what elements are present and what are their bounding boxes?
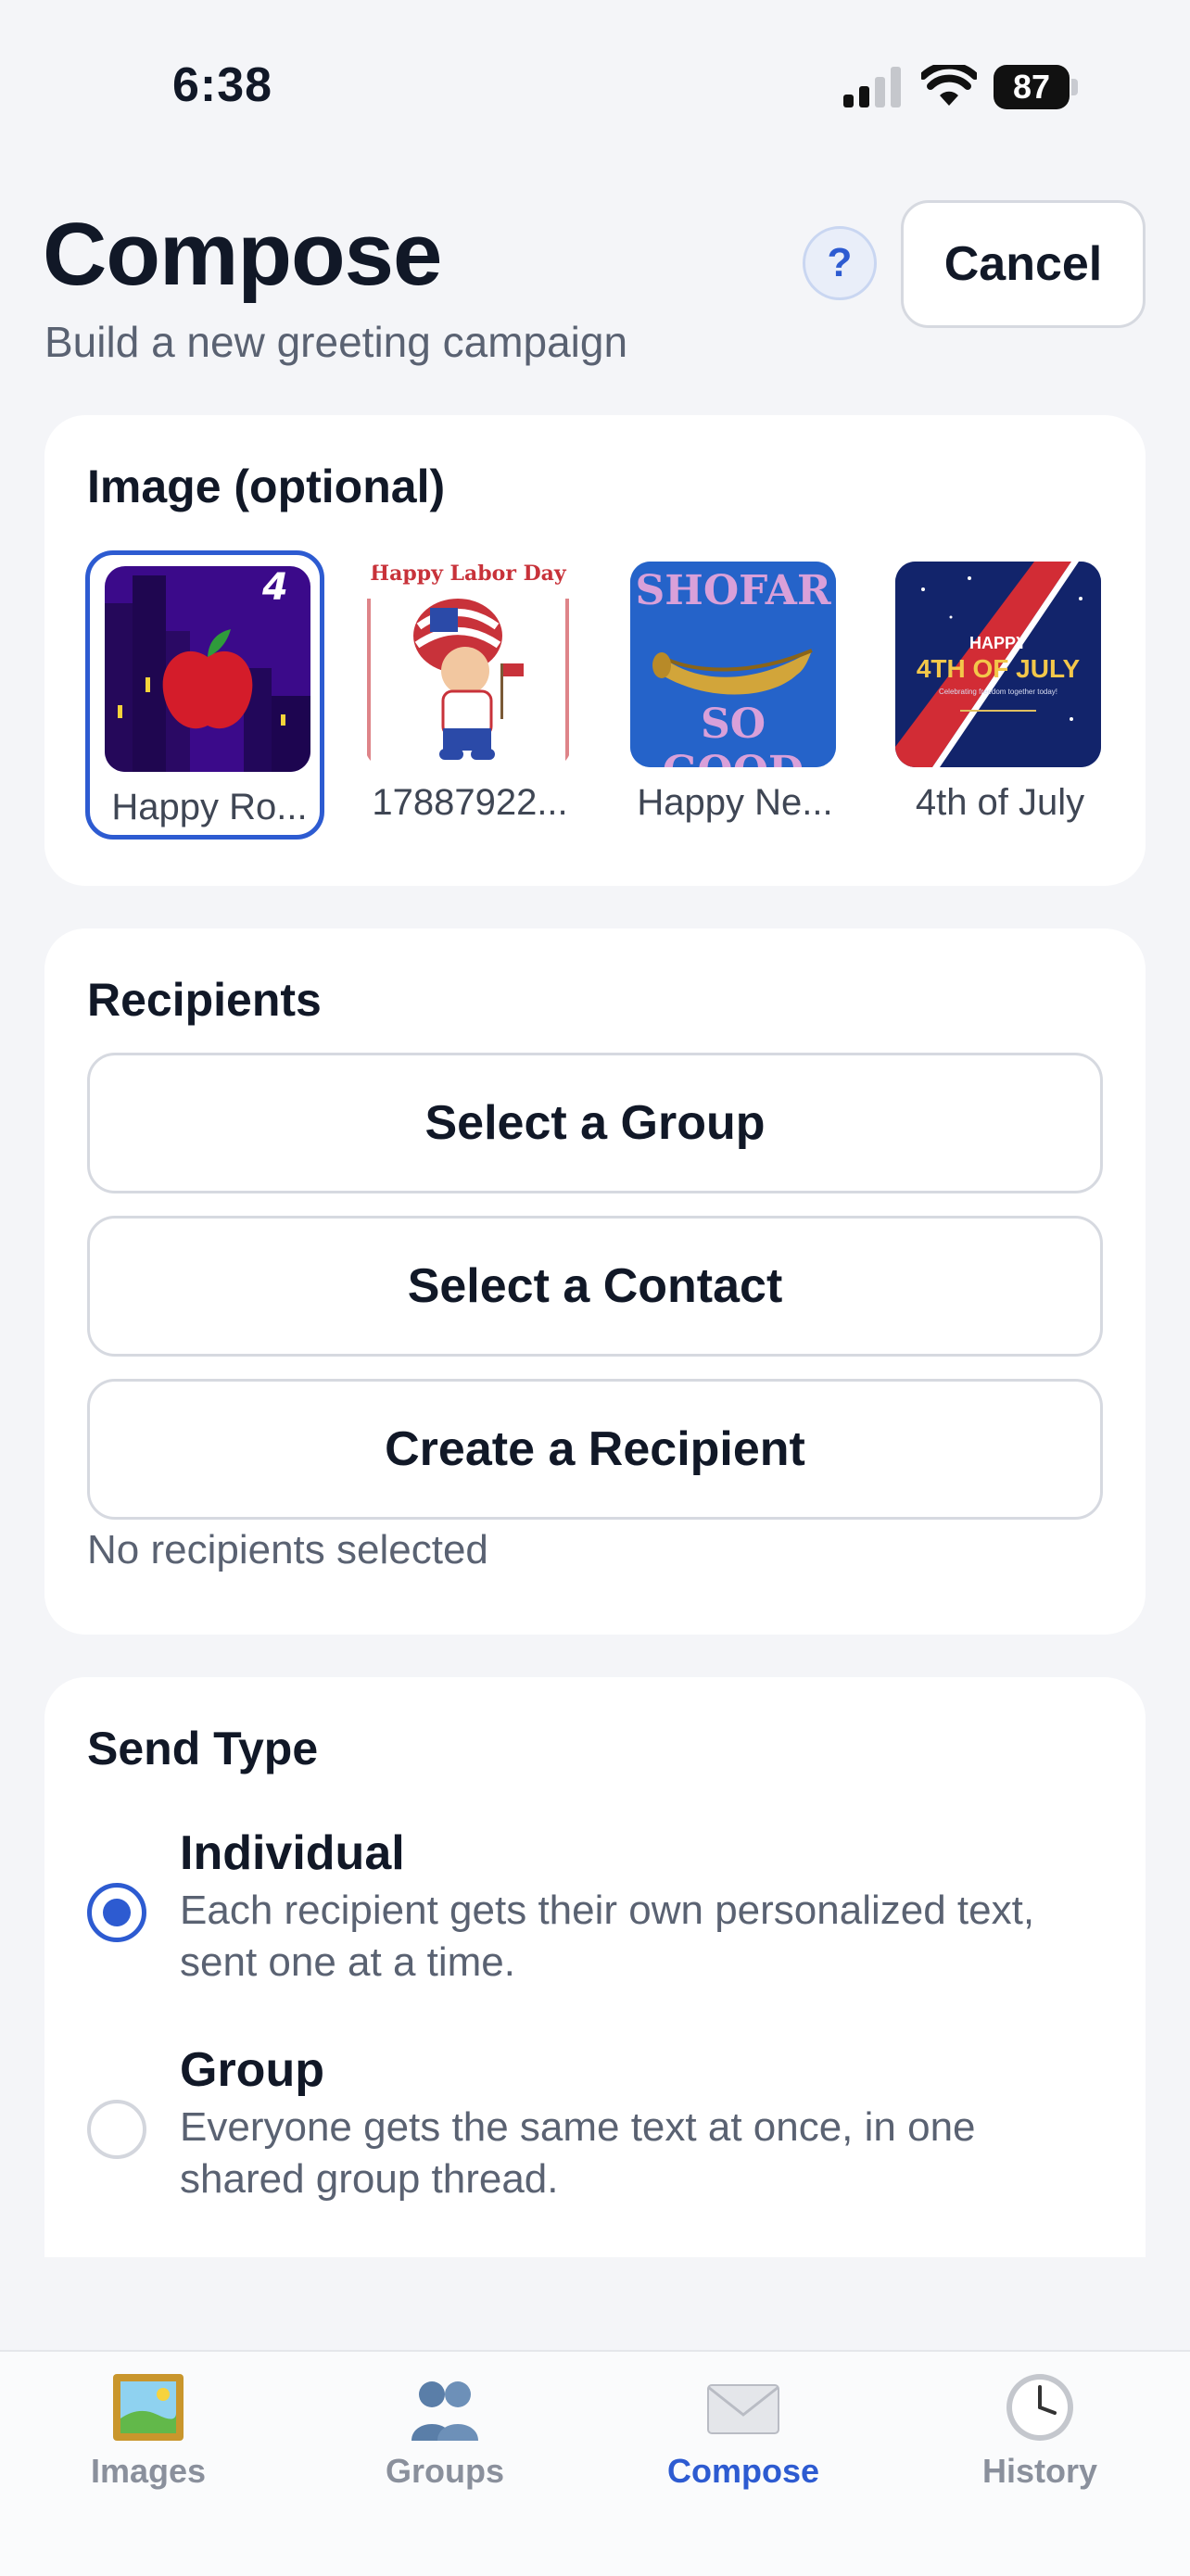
image-thumb-4[interactable]: HAPPY 4TH OF JULY Celebrating freedom to… xyxy=(880,550,1120,840)
tab-images[interactable]: Images xyxy=(28,2372,269,2511)
recipients-card: Recipients Select a Group Select a Conta… xyxy=(44,928,1146,1635)
cancel-button[interactable]: Cancel xyxy=(901,200,1146,328)
clock-icon xyxy=(1006,2374,1073,2441)
help-button[interactable]: ? xyxy=(803,226,877,300)
image-thumb-3[interactable]: SHOFAR SO GOOD Happy Ne... xyxy=(615,550,855,840)
tab-history[interactable]: History xyxy=(919,2372,1160,2511)
svg-text:4: 4 xyxy=(261,566,288,609)
image-section-title: Image (optional) xyxy=(87,461,446,512)
image-thumb-label: 4th of July xyxy=(915,782,1085,823)
image-thumb-label: 17887922... xyxy=(372,782,568,823)
status-bar: 6:38 87 xyxy=(0,0,1190,158)
framed-picture-icon xyxy=(113,2374,184,2441)
tab-label: Compose xyxy=(666,2452,820,2490)
july-main-text: 4TH OF JULY xyxy=(916,654,1081,683)
battery-icon: 87 xyxy=(994,65,1079,109)
group-radio[interactable] xyxy=(87,2100,146,2159)
image-thumb-2[interactable]: Happy Labor Day 17887922... xyxy=(350,550,589,840)
apple-night-image: 4 xyxy=(105,566,310,772)
select-group-button[interactable]: Select a Group xyxy=(87,1053,1103,1193)
envelope-icon xyxy=(707,2384,779,2434)
image-thumb-label: Happy Ro... xyxy=(111,787,308,827)
page-subtitle: Build a new greeting campaign xyxy=(44,318,628,366)
wifi-icon xyxy=(921,65,977,106)
tab-groups[interactable]: Groups xyxy=(324,2372,565,2511)
send-type-title: Send Type xyxy=(87,1723,319,1774)
tab-label: Images xyxy=(90,2452,207,2490)
fourth-of-july-image: HAPPY 4TH OF JULY Celebrating freedom to… xyxy=(895,562,1101,767)
shofar-top-text: SHOFAR xyxy=(635,567,831,614)
tab-compose[interactable]: Compose xyxy=(623,2372,864,2511)
tab-label: Groups xyxy=(385,2452,504,2490)
individual-option-title: Individual xyxy=(180,1826,405,1880)
image-thumb-label: Happy Ne... xyxy=(637,782,833,823)
tab-bar: Images Groups Compose History xyxy=(0,2350,1190,2576)
page-title: Compose xyxy=(43,205,442,304)
july-happy-text: HAPPY xyxy=(968,634,1027,652)
group-option-description: Everyone gets the same text at once, in … xyxy=(180,2104,976,2202)
select-contact-button[interactable]: Select a Contact xyxy=(87,1216,1103,1357)
individual-radio[interactable] xyxy=(87,1883,146,1942)
july-small-text: Celebrating freedom together today! xyxy=(938,688,1058,696)
cellular-signal-icon xyxy=(843,67,901,107)
labor-day-text: Happy Labor Day xyxy=(370,562,566,586)
battery-level: 87 xyxy=(994,65,1070,109)
image-card: Image (optional) 4 Happy Ro... Happy Lab… xyxy=(44,415,1146,886)
labor-day-image: Happy Labor Day xyxy=(365,562,571,767)
tab-label: History xyxy=(981,2452,1098,2490)
individual-option-description: Each recipient gets their own personaliz… xyxy=(180,1888,1035,1985)
shofar-bottom-text: SO GOOD xyxy=(663,701,804,767)
people-icon xyxy=(411,2381,478,2441)
send-type-card: Send Type Individual Each recipient gets… xyxy=(44,1677,1146,2257)
image-thumb-1[interactable]: 4 Happy Ro... xyxy=(85,550,324,840)
shofar-image: SHOFAR SO GOOD xyxy=(630,562,836,767)
create-recipient-button[interactable]: Create a Recipient xyxy=(87,1379,1103,1520)
recipients-title: Recipients xyxy=(87,974,322,1026)
group-option-title: Group xyxy=(180,2043,324,2097)
status-time: 6:38 xyxy=(172,58,273,112)
recipients-status: No recipients selected xyxy=(87,1527,488,1572)
